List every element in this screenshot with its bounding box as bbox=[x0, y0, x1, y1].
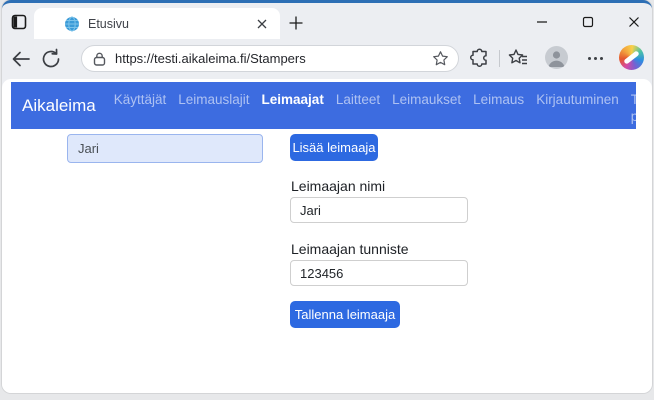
nav-item-leimaukset[interactable]: Leimaukset bbox=[386, 90, 467, 109]
favorites-icon[interactable] bbox=[507, 47, 529, 69]
nav-item-kirjautuminen[interactable]: Kirjautuminen bbox=[530, 90, 625, 109]
tab-close-icon[interactable] bbox=[254, 16, 270, 32]
stamper-select-input[interactable] bbox=[67, 134, 263, 163]
nav-list: Käyttäjät Leimauslajit Leimaajat Laittee… bbox=[108, 90, 652, 129]
save-stamper-button[interactable]: Tallenna leimaaja bbox=[290, 301, 400, 328]
extensions-icon[interactable] bbox=[469, 47, 491, 69]
settings-menu-icon[interactable] bbox=[584, 47, 606, 69]
nav-item-laitteet[interactable]: Laitteet bbox=[330, 90, 386, 109]
browser-toolbar: https://testi.aikaleima.fi/Stampers bbox=[2, 39, 652, 79]
add-stamper-button[interactable]: Lisää leimaaja bbox=[290, 134, 378, 161]
stamper-id-field[interactable] bbox=[290, 260, 468, 286]
site-navbar: Aikaleima Käyttäjät Leimauslajit Leimaaj… bbox=[11, 82, 636, 129]
minimize-icon[interactable] bbox=[532, 13, 552, 31]
toolbar-divider bbox=[499, 50, 500, 67]
page-content: Aikaleima Käyttäjät Leimauslajit Leimaaj… bbox=[2, 79, 652, 393]
stamper-name-label: Leimaajan nimi bbox=[291, 178, 385, 194]
nav-item-kayttajat[interactable]: Käyttäjät bbox=[108, 90, 173, 109]
browser-tab[interactable]: Etusivu bbox=[34, 8, 280, 39]
nav-item-leimauslajit[interactable]: Leimauslajit bbox=[172, 90, 255, 109]
stamper-id-label: Leimaajan tunniste bbox=[291, 241, 409, 257]
copilot-icon[interactable] bbox=[619, 45, 644, 70]
browser-window: Etusivu bbox=[2, 0, 652, 393]
brand-link[interactable]: Aikaleima bbox=[22, 96, 96, 116]
favorite-star-icon[interactable] bbox=[432, 50, 449, 67]
stamper-name-field[interactable] bbox=[290, 197, 468, 223]
address-bar[interactable]: https://testi.aikaleima.fi/Stampers bbox=[81, 45, 459, 72]
profile-avatar[interactable] bbox=[545, 46, 568, 69]
globe-favicon-icon bbox=[64, 16, 80, 32]
tab-strip: Etusivu bbox=[2, 3, 652, 39]
window-controls bbox=[532, 13, 644, 31]
lock-icon[interactable] bbox=[93, 52, 106, 66]
url-text[interactable]: https://testi.aikaleima.fi/Stampers bbox=[115, 51, 432, 66]
back-icon[interactable] bbox=[10, 48, 32, 70]
nav-item-leimaajat[interactable]: Leimaajat bbox=[256, 90, 330, 109]
nav-item-leimaus[interactable]: Leimaus bbox=[467, 90, 530, 109]
reload-icon[interactable] bbox=[40, 48, 62, 70]
nav-item-testi-paakayttaja[interactable]: Testi pääkäyttäjä bbox=[625, 90, 652, 126]
tab-actions-menu-icon[interactable] bbox=[11, 14, 27, 30]
window-close-icon[interactable] bbox=[624, 13, 644, 31]
new-tab-button-icon[interactable] bbox=[288, 15, 304, 31]
tab-title: Etusivu bbox=[88, 17, 254, 31]
maximize-icon[interactable] bbox=[578, 13, 598, 31]
